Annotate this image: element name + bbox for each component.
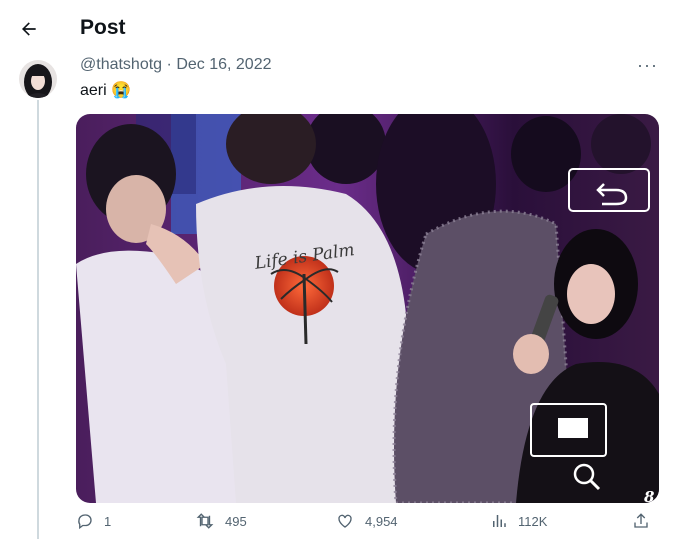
repost-button[interactable]: 495 xyxy=(195,512,247,530)
reply-button[interactable]: 1 xyxy=(76,512,111,530)
avatar-image xyxy=(19,60,57,98)
share-icon xyxy=(634,513,648,528)
views-icon xyxy=(493,515,506,527)
tweet-meta: @thatshotg · Dec 16, 2022 xyxy=(80,56,272,74)
repost-count: 495 xyxy=(225,513,247,529)
repost-icon xyxy=(196,513,214,529)
view-count: 112K xyxy=(518,513,548,529)
heart-icon xyxy=(338,514,352,528)
media-overlay-label: 8 bit. xyxy=(644,488,655,503)
more-icon: ··· xyxy=(637,55,658,75)
crying-emoji: 😭 xyxy=(111,82,132,99)
thread-line xyxy=(37,100,39,539)
tweet-text: aeri 😭 xyxy=(80,80,131,100)
concert-photo: Life is Palm xyxy=(76,114,659,503)
meta-separator: · xyxy=(166,56,172,73)
reply-count: 1 xyxy=(104,513,112,529)
back-button[interactable] xyxy=(14,14,44,44)
like-count: 4,954 xyxy=(365,513,398,529)
more-button[interactable]: ··· xyxy=(637,55,658,76)
page-title: Post xyxy=(80,16,126,39)
avatar[interactable] xyxy=(19,60,57,98)
tweet-media[interactable]: Life is Palm 8 bit. xyxy=(76,114,659,503)
top-bar: Post xyxy=(0,0,696,58)
action-bar: 1 495 4,954 112K xyxy=(0,512,696,539)
like-button[interactable]: 4,954 xyxy=(335,512,398,530)
user-handle[interactable]: @thatshotg xyxy=(80,56,162,73)
tweet-body: aeri xyxy=(80,82,107,99)
tweet-date[interactable]: Dec 16, 2022 xyxy=(176,56,271,73)
share-button[interactable] xyxy=(632,512,650,530)
arrow-left-icon xyxy=(22,22,36,36)
views-button[interactable]: 112K xyxy=(490,512,547,530)
reply-icon xyxy=(78,514,92,530)
